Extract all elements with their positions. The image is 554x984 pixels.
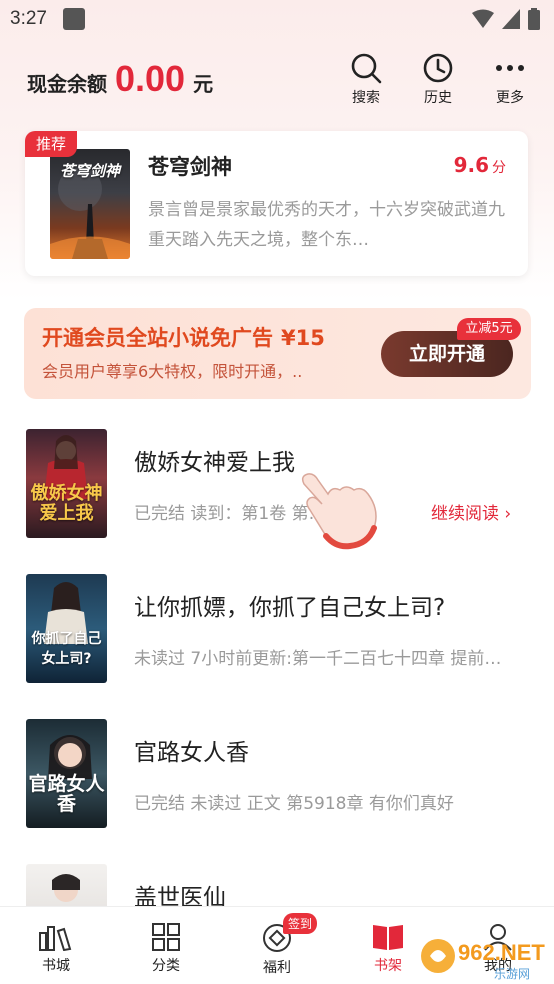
watermark: 962.NET 乐游网 xyxy=(418,930,550,984)
book-title: 官路女人香 xyxy=(134,740,249,766)
continue-reading-link[interactable]: 继续阅读 › xyxy=(431,499,511,524)
battery-icon xyxy=(528,8,540,30)
grid-icon xyxy=(152,923,180,951)
book-cover: 你抓了自己女上司? xyxy=(26,574,107,683)
cover-title: 你抓了自己女上司? xyxy=(31,631,102,667)
tab-label: 分类 xyxy=(152,958,180,974)
more-label: 更多 xyxy=(496,90,524,106)
book-score: 9.6 分 xyxy=(454,153,506,177)
signal-icon xyxy=(502,9,520,29)
book-cover: 傲娇女神爱上我 xyxy=(26,429,107,538)
balance-amount: 0.00 xyxy=(115,58,186,99)
tab-label: 书架 xyxy=(374,958,402,974)
book-description: 景言曾是景家最优秀的天才，十六岁突破武道九重天踏入先天之境，整个东… xyxy=(148,200,505,250)
status-bar: 3:27 xyxy=(0,0,554,38)
status-time: 3:27 xyxy=(10,8,47,29)
cash-balance[interactable]: 现金余额 0.00 元 xyxy=(27,58,213,100)
cover-title: 官路女人香 xyxy=(28,773,105,815)
recommend-tag: 推荐 xyxy=(25,131,77,157)
header: 现金余额 0.00 元 搜索 历史 更多 xyxy=(0,48,554,112)
tab-bookstore[interactable]: 书城 xyxy=(16,907,96,984)
vip-price: ¥15 xyxy=(281,326,325,350)
search-icon xyxy=(351,53,382,84)
discount-badge: 立减5元 xyxy=(457,318,521,340)
tap-hand-icon xyxy=(296,470,384,554)
vip-subtitle: 会员用户尊享6大特权，限时开通，.. xyxy=(42,362,303,381)
score-value: 9.6 xyxy=(453,153,489,177)
tab-label: 书城 xyxy=(42,958,70,974)
book-progress: 未读过 7小时前更新:第一千二百七十四章 提前… xyxy=(134,649,502,669)
bookstore-icon xyxy=(39,926,72,951)
score-unit: 分 xyxy=(492,160,506,176)
vip-banner[interactable]: 开通会员全站小说免广告 ¥15 会员用户尊享6大特权，限时开通，.. 立即开通 立… xyxy=(24,308,531,399)
balance-unit: 元 xyxy=(193,72,214,96)
book-item[interactable]: 官路女人香 官路女人香 已完结 未读过 正文 第5918章 有你们真好 xyxy=(0,719,554,839)
watermark-sub: 乐游网 xyxy=(494,967,530,981)
sign-in-badge: 签到 xyxy=(283,913,318,934)
watermark-text: 962.NET xyxy=(458,940,545,965)
vip-title: 开通会员全站小说免广告 ¥15 xyxy=(42,322,325,352)
book-title: 让你抓嫖，你抓了自己女上司? xyxy=(134,595,446,621)
clock-icon xyxy=(423,53,453,83)
tab-category[interactable]: 分类 xyxy=(126,907,206,984)
balance-label: 现金余额 xyxy=(27,72,107,96)
book-title: 苍穹剑神 xyxy=(148,155,232,179)
status-icons xyxy=(472,8,540,30)
search-label: 搜索 xyxy=(352,90,380,106)
tab-bookshelf[interactable]: 书架 xyxy=(348,907,428,984)
book-item[interactable]: 你抓了自己女上司? 让你抓嫖，你抓了自己女上司? 未读过 7小时前更新:第一千二… xyxy=(0,574,554,694)
search-button[interactable]: 搜索 xyxy=(336,52,396,107)
more-icon xyxy=(496,65,524,71)
tab-welfare[interactable]: 福利 签到 xyxy=(237,907,318,984)
cover-title: 傲娇女神爱上我 xyxy=(30,483,103,524)
book-item[interactable]: 傲娇女神爱上我 傲娇女神爱上我 已完结 读到：第1卷 第… 楚… 继续阅读 › xyxy=(0,429,554,549)
book-cover: 苍穹剑神 xyxy=(50,149,130,259)
recommend-card[interactable]: 推荐 苍穹剑神 苍穹剑神 9.6 分 景言曾是景家最优秀的天才，十六岁突破武道九重… xyxy=(25,131,528,276)
tab-label: 福利 xyxy=(263,960,291,976)
book-title: 傲娇女神爱上我 xyxy=(134,450,295,476)
notification-icon xyxy=(62,8,85,30)
history-label: 历史 xyxy=(424,90,452,106)
history-button[interactable]: 历史 xyxy=(408,52,468,107)
book-progress: 已完结 未读过 正文 第5918章 有你们真好 xyxy=(134,794,454,814)
more-button[interactable]: 更多 xyxy=(480,52,540,107)
open-book-icon xyxy=(373,925,403,950)
wifi-icon xyxy=(472,9,494,28)
vip-title-text: 开通会员全站小说免广告 xyxy=(42,326,273,350)
cover-title: 苍穹剑神 xyxy=(59,162,120,180)
book-cover: 官路女人香 xyxy=(26,719,107,828)
